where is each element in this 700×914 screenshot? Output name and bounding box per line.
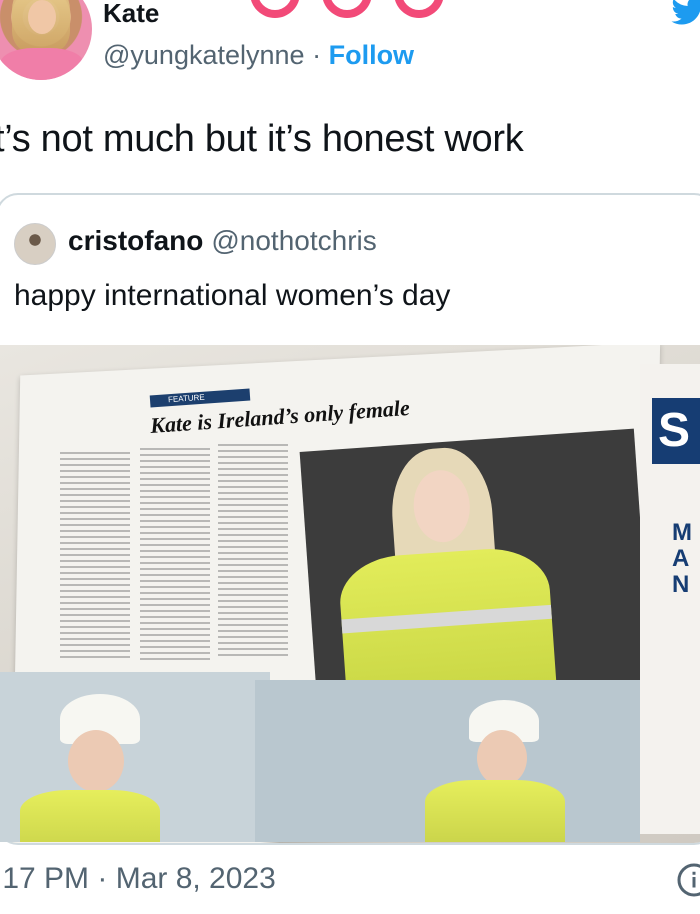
quoted-author-name[interactable]: cristofano	[68, 225, 203, 256]
quoted-tweet-text: happy international women’s day	[14, 279, 451, 312]
quoted-author-line: cristofano @nothotchris	[68, 225, 377, 257]
avatar-face	[28, 0, 56, 34]
author-handle-line: @yungkatelynne · Follow	[103, 40, 414, 71]
tweet-text: t’s not much but it’s honest work	[0, 118, 524, 160]
quoted-author-handle[interactable]: @nothotchris	[211, 225, 376, 256]
author-avatar[interactable]	[0, 0, 92, 80]
author-handle[interactable]: @yungkatelynne	[103, 40, 305, 70]
newspaper-column	[218, 444, 288, 658]
newspaper-side-logo: S	[652, 398, 700, 464]
newspaper-column	[60, 452, 130, 662]
photo-face	[68, 730, 124, 792]
author-display-name[interactable]: Kate	[103, 0, 159, 29]
quoted-author-avatar[interactable]	[14, 223, 56, 265]
newspaper-main-photo	[299, 428, 652, 704]
newspaper-photo-left	[0, 672, 270, 842]
reaction-emoji-icon	[250, 0, 450, 18]
avatar-shirt	[0, 48, 84, 80]
follow-button[interactable]: Follow	[329, 40, 414, 70]
side-text-line: A	[672, 545, 690, 572]
handle-separator: ·	[312, 40, 322, 70]
info-icon[interactable]	[676, 862, 700, 898]
side-text-line: M	[672, 519, 692, 546]
newspaper-column	[140, 448, 210, 660]
photo-face	[477, 730, 527, 786]
newspaper-side-text: M A N	[672, 520, 692, 598]
twitter-bird-icon	[671, 0, 700, 25]
side-text-line: N	[672, 571, 690, 598]
photo-hi-vis-jacket	[20, 790, 160, 842]
newspaper-photo-right	[255, 680, 640, 842]
photo-hi-vis-jacket	[425, 780, 565, 842]
tweet-timestamp[interactable]: :17 PM · Mar 8, 2023	[0, 862, 276, 896]
